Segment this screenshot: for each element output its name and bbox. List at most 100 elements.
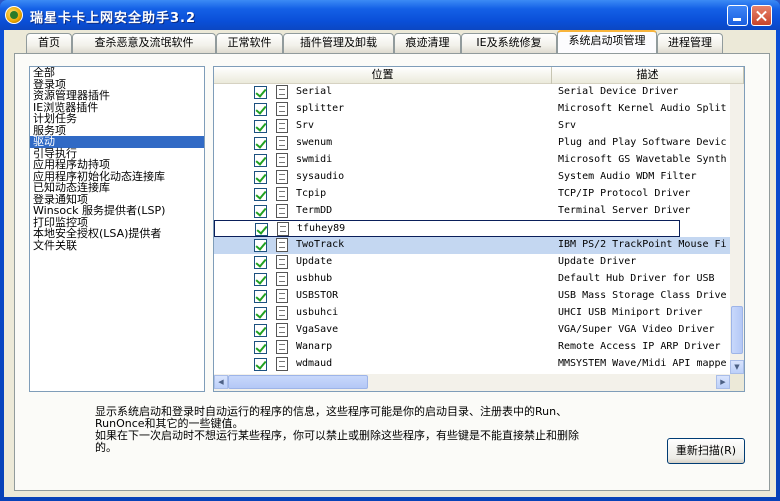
driver-file-icon (276, 289, 288, 303)
row-description: IBM PS/2 TrackPoint Mouse Fi (558, 239, 727, 250)
sidebar-item-explorer-plugins[interactable]: 资源管理器插件 (30, 90, 204, 102)
column-header-location[interactable]: 位置 (214, 67, 552, 84)
horizontal-scroll-thumb[interactable] (228, 375, 368, 389)
driver-file-icon (276, 136, 288, 150)
row-description: Serial Device Driver (558, 86, 679, 97)
info-text: 显示系统启动和登录时自动运行的程序的信息，这些程序可能是你的启动目录、注册表中的… (95, 406, 635, 454)
list-row[interactable]: swmidi Microsoft GS Wavetable Synth (214, 152, 730, 169)
list-row[interactable]: TermDD Terminal Server Driver (214, 203, 730, 220)
row-description: Plug and Play Software Devic (558, 137, 727, 148)
tab-startup-management[interactable]: 系统启动项管理 (557, 30, 657, 54)
list-row[interactable]: Srv Srv (214, 118, 730, 135)
enabled-checkbox[interactable] (254, 86, 267, 99)
list-header: 位置 描述 (214, 67, 744, 84)
enabled-checkbox[interactable] (254, 137, 267, 150)
list-row[interactable]: swenum Plug and Play Software Devic (214, 135, 730, 152)
enabled-checkbox[interactable] (254, 273, 267, 286)
title-bar[interactable]: 瑞星卡卡上网安全助手3.2 (0, 0, 780, 30)
enabled-checkbox[interactable] (254, 205, 267, 218)
list-row[interactable]: Serial Serial Device Driver (214, 84, 730, 101)
tab-process-management[interactable]: 进程管理 (657, 33, 723, 53)
enabled-checkbox[interactable] (254, 171, 267, 184)
enabled-checkbox[interactable] (254, 290, 267, 303)
sidebar-item-known-dlls[interactable]: 已知动态连接库 (30, 182, 204, 194)
tab-bar: 首页 查杀恶意及流氓软件 正常软件 插件管理及卸载 痕迹清理 IE及系统修复 系… (26, 30, 746, 54)
enabled-checkbox[interactable] (254, 154, 267, 167)
enabled-checkbox[interactable] (254, 239, 267, 252)
list-row[interactable]: USBSTOR USB Mass Storage Class Drive (214, 288, 730, 305)
sidebar-item-file-associations[interactable]: 文件关联 (30, 239, 204, 252)
row-name: TermDD (296, 205, 333, 216)
row-description: UHCI USB Miniport Driver (558, 307, 703, 318)
list-row[interactable]: Tcpip TCP/IP Protocol Driver (214, 186, 730, 203)
driver-file-icon (276, 357, 288, 371)
driver-file-icon (276, 323, 288, 337)
close-button[interactable] (751, 5, 772, 26)
list-row[interactable]: sysaudio System Audio WDM Filter (214, 169, 730, 186)
tab-panel: 全部 登录项 资源管理器插件 IE浏览器插件 计划任务 服务项 驱动 引导执行 … (14, 53, 770, 491)
sidebar-item-lsa-providers[interactable]: 本地安全授权(LSA)提供者 (30, 228, 204, 240)
list-row[interactable]: VgaSave VGA/Super VGA Video Driver (214, 322, 730, 339)
list-row[interactable]: usbhub Default Hub Driver for USB (214, 271, 730, 288)
driver-file-icon (276, 340, 288, 354)
scroll-left-icon[interactable]: ◀ (214, 375, 228, 389)
list-row[interactable]: Wanarp Remote Access IP ARP Driver (214, 339, 730, 356)
sidebar-item-scheduled-tasks[interactable]: 计划任务 (30, 113, 204, 125)
scroll-down-icon[interactable]: ▼ (730, 360, 744, 374)
sidebar-item-services[interactable]: 服务项 (30, 124, 204, 137)
enabled-checkbox[interactable] (254, 358, 267, 371)
sidebar-item-image-hijacks[interactable]: 应用程序劫持项 (30, 159, 204, 171)
row-name: Wanarp (296, 341, 333, 352)
vertical-scrollbar[interactable]: ▼ (730, 84, 744, 374)
list-row[interactable]: usbuhci UHCI USB Miniport Driver (214, 305, 730, 322)
category-list[interactable]: 全部 登录项 资源管理器插件 IE浏览器插件 计划任务 服务项 驱动 引导执行 … (29, 66, 205, 392)
row-name: TwoTrack (296, 239, 345, 250)
row-name: Update (296, 256, 333, 267)
list-rows: Serial Serial Device Driver splitter Micro… (214, 84, 730, 374)
row-name: swenum (296, 137, 333, 148)
app-window: 瑞星卡卡上网安全助手3.2 首页 查杀恶意及流氓软件 正常软件 插件管理及卸载 … (0, 0, 780, 501)
sidebar-item-all[interactable]: 全部 (30, 67, 204, 79)
sidebar-item-winsock-lsp[interactable]: Winsock 服务提供者(LSP) (30, 205, 204, 217)
tab-normal-software[interactable]: 正常软件 (216, 33, 283, 53)
rescan-button[interactable]: 重新扫描(R) (667, 438, 745, 464)
driver-file-icon (276, 238, 288, 252)
list-row[interactable]: wdmaud MMSYSTEM Wave/Midi API mappe (214, 356, 730, 373)
list-row[interactable]: Update Update Driver (214, 254, 730, 271)
tab-trace-cleanup[interactable]: 痕迹清理 (394, 33, 461, 53)
enabled-checkbox[interactable] (254, 188, 267, 201)
enabled-checkbox[interactable] (254, 256, 267, 269)
row-description: Update Driver (558, 256, 637, 267)
driver-file-icon (276, 153, 288, 167)
enabled-checkbox[interactable] (254, 324, 267, 337)
row-description: USB Mass Storage Class Drive (558, 290, 727, 301)
enabled-checkbox[interactable] (255, 223, 268, 236)
enabled-checkbox[interactable] (254, 120, 267, 133)
list-row-focused[interactable]: tfuhey89 (214, 220, 680, 237)
driver-file-icon (276, 255, 288, 269)
row-name: splitter (296, 103, 345, 114)
column-header-description[interactable]: 描述 (552, 67, 744, 84)
row-name: usbuhci (296, 307, 339, 318)
vertical-scroll-thumb[interactable] (731, 306, 743, 354)
horizontal-scrollbar[interactable]: ◀ ▶ (214, 374, 730, 391)
tab-home[interactable]: 首页 (26, 33, 72, 53)
driver-file-icon (276, 204, 288, 218)
row-name: wdmaud (296, 358, 333, 369)
row-description: Microsoft Kernel Audio Split (558, 103, 727, 114)
sidebar-item-drivers[interactable]: 驱动 (30, 136, 204, 148)
row-description: System Audio WDM Filter (558, 171, 697, 182)
minimize-button[interactable] (727, 5, 748, 26)
scroll-right-icon[interactable]: ▶ (716, 375, 730, 389)
tab-ie-system-repair[interactable]: IE及系统修复 (461, 33, 557, 53)
enabled-checkbox[interactable] (254, 103, 267, 116)
row-description: Default Hub Driver for USB (558, 273, 715, 284)
startup-items-list[interactable]: 位置 描述 Serial Serial Device Driver splitte… (213, 66, 745, 392)
enabled-checkbox[interactable] (254, 341, 267, 354)
list-row[interactable]: splitter Microsoft Kernel Audio Split (214, 101, 730, 118)
tab-malware-scan[interactable]: 查杀恶意及流氓软件 (72, 33, 216, 53)
driver-file-icon (276, 272, 288, 286)
enabled-checkbox[interactable] (254, 307, 267, 320)
list-row-selected[interactable]: TwoTrack IBM PS/2 TrackPoint Mouse Fi (214, 237, 730, 254)
tab-plugin-management[interactable]: 插件管理及卸载 (283, 33, 394, 53)
